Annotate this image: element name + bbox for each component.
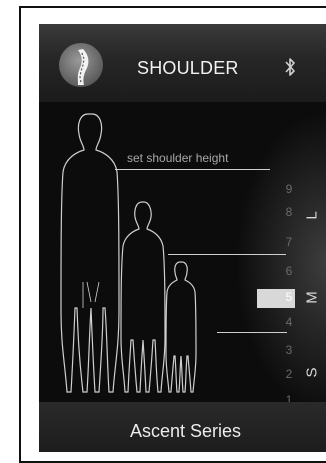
series-name: Ascent Series [130, 421, 242, 441]
bluetooth-icon[interactable] [283, 56, 297, 78]
silhouette-medium [120, 201, 166, 393]
page-title: SHOULDER [137, 58, 239, 78]
silhouettes [60, 113, 197, 393]
silhouette-large [60, 113, 120, 393]
header-bar: SHOULDER [39, 24, 326, 102]
silhouette-small [165, 261, 197, 393]
device-screen: SHOULDER set shoulder height 9 8 7 6 5 4… [39, 24, 326, 452]
spine-logo-icon[interactable] [59, 43, 103, 87]
